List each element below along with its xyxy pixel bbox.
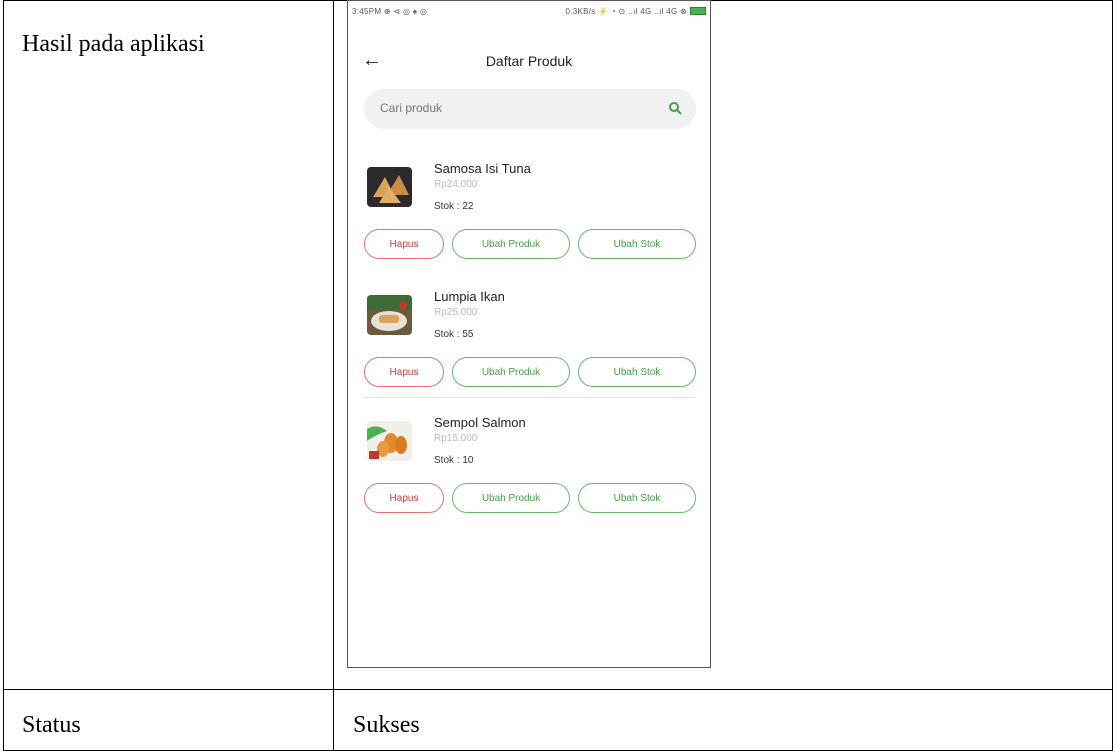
table-cell-value-status	[333, 689, 1113, 751]
product-name: Lumpia Ikan	[434, 289, 505, 304]
edit-product-button[interactable]: Ubah Produk	[452, 483, 570, 513]
product-name: Samosa Isi Tuna	[434, 161, 531, 176]
product-item: Lumpia Ikan Rp25.000 Stok : 55 Hapus Uba…	[348, 285, 710, 403]
edit-stock-button[interactable]: Ubah Stok	[578, 357, 696, 387]
divider	[364, 397, 696, 398]
product-price: Rp25.000	[434, 307, 478, 318]
product-name: Sempol Salmon	[434, 415, 526, 430]
product-image	[367, 295, 412, 335]
row-label-result: Hasil pada aplikasi	[22, 31, 205, 57]
delete-button[interactable]: Hapus	[364, 357, 444, 387]
edit-product-button[interactable]: Ubah Produk	[452, 229, 570, 259]
search-icon[interactable]	[668, 101, 682, 115]
product-price: Rp15.000	[434, 433, 478, 444]
product-price: Rp24.000	[434, 179, 478, 190]
row-value-status: Sukses	[353, 712, 420, 738]
product-item: Samosa Isi Tuna Rp24.000 Stok : 22 Hapus…	[348, 157, 710, 275]
product-stock: Stok : 10	[434, 455, 474, 466]
table-cell-label-result	[3, 0, 334, 690]
edit-product-button[interactable]: Ubah Produk	[452, 357, 570, 387]
row-label-status: Status	[22, 712, 81, 738]
product-image	[367, 421, 412, 461]
status-left: 3:45PM ⊕ ⊲ ◎ ♠ ◎	[352, 6, 428, 16]
app-bar: ← Daftar Produk	[348, 49, 710, 81]
product-image	[367, 167, 412, 207]
product-stock: Stok : 22	[434, 201, 474, 212]
page-title: Daftar Produk	[485, 53, 573, 69]
battery-icon	[690, 7, 706, 15]
search-input[interactable]: Cari produk	[364, 89, 696, 129]
delete-button[interactable]: Hapus	[364, 483, 444, 513]
edit-stock-button[interactable]: Ubah Stok	[578, 229, 696, 259]
product-stock: Stok : 55	[434, 329, 474, 340]
edit-stock-button[interactable]: Ubah Stok	[578, 483, 696, 513]
product-item: Sempol Salmon Rp15.000 Stok : 10 Hapus U…	[348, 411, 710, 529]
search-placeholder: Cari produk	[380, 101, 443, 115]
status-right: 0.3KB/s ⚡ ◔ ⊙ ..ıl 4G ..ıl 4G ⊗	[565, 6, 687, 16]
status-bar: 3:45PM ⊕ ⊲ ◎ ♠ ◎ 0.3KB/s ⚡ ◔ ⊙ ..ıl 4G .…	[352, 4, 706, 18]
app-screenshot: 3:45PM ⊕ ⊲ ◎ ♠ ◎ 0.3KB/s ⚡ ◔ ⊙ ..ıl 4G .…	[347, 0, 711, 668]
delete-button[interactable]: Hapus	[364, 229, 444, 259]
